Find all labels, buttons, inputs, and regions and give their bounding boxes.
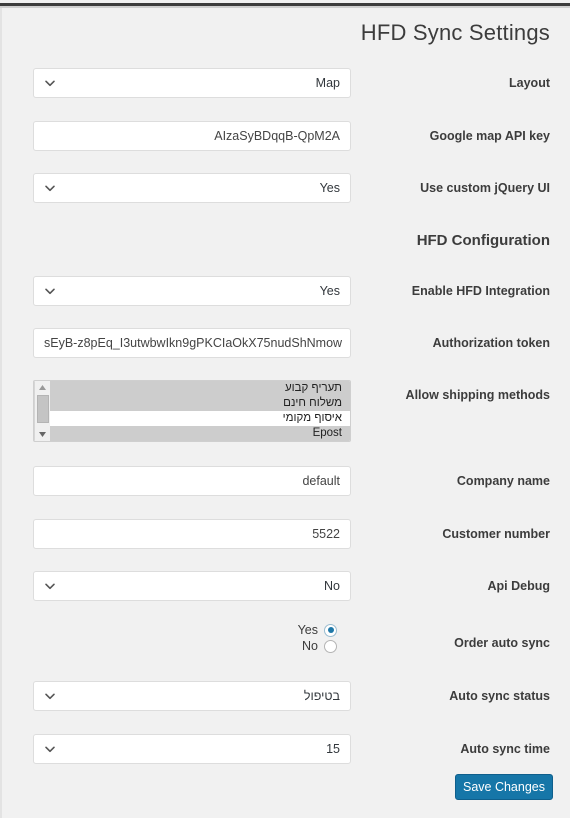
listbox-scrollbar[interactable] — [34, 381, 50, 441]
company-name-value: default — [302, 474, 340, 488]
list-item[interactable]: Epost — [50, 426, 350, 441]
company-name-input[interactable]: default — [33, 466, 351, 496]
google-map-api-key-value: AIzaSyBDqqB-QpM2A — [214, 129, 340, 143]
customer-number-value: 5522 — [312, 527, 340, 541]
shipping-methods-option-list[interactable]: תעריף קבוע משלוח חינם איסוף מקומי Epost — [50, 381, 350, 441]
label-enable-hfd-integration: Enable HFD Integration — [411, 284, 550, 298]
auto-sync-time-select[interactable]: 15 — [33, 734, 351, 764]
label-allow-shipping-methods: Allow shipping methods — [405, 388, 550, 402]
chevron-down-icon — [44, 580, 56, 592]
auto-sync-time-value: 15 — [326, 742, 340, 756]
order-auto-sync-radio-group[interactable]: Yes No — [2, 622, 352, 654]
use-custom-jquery-ui-select[interactable]: Yes — [33, 173, 351, 203]
scrollbar-thumb[interactable] — [37, 395, 49, 423]
label-customer-number: Customer number — [442, 527, 550, 541]
label-api-debug: Api Debug — [487, 579, 551, 593]
api-debug-select[interactable]: No — [33, 571, 351, 601]
radio-label-yes: Yes — [297, 623, 318, 637]
scroll-up-arrow-icon[interactable] — [35, 381, 50, 394]
layout-select-value: Map — [315, 76, 340, 90]
radio-label-no: No — [302, 639, 318, 653]
allow-shipping-methods-listbox[interactable]: תעריף קבוע משלוח חינם איסוף מקומי Epost — [33, 380, 351, 442]
page-title: HFD Sync Settings — [360, 20, 550, 45]
radio-option-no[interactable]: No — [2, 638, 352, 654]
label-use-custom-jquery-ui: Use custom jQuery UI — [420, 181, 550, 195]
authorization-token-input[interactable]: sEyB-z8pEq_I3utwbwIkn9gPKCIaOkX75nudShNm… — [33, 328, 351, 358]
chevron-down-icon — [44, 743, 56, 755]
api-debug-value: No — [324, 579, 340, 593]
label-company-name: Company name — [456, 474, 550, 488]
auto-sync-status-select[interactable]: בטיפול — [33, 681, 351, 711]
label-auto-sync-status: Auto sync status — [449, 689, 550, 703]
authorization-token-value: sEyB-z8pEq_I3utwbwIkn9gPKCIaOkX75nudShNm… — [44, 336, 343, 350]
list-item[interactable]: תעריף קבוע — [50, 381, 350, 396]
customer-number-input[interactable]: 5522 — [33, 519, 351, 549]
settings-page: HFD Sync Settings Layout Map Google map … — [0, 0, 570, 818]
auto-sync-status-value: בטיפול — [303, 689, 340, 703]
chevron-down-icon — [44, 690, 56, 702]
list-item[interactable]: איסוף מקומי — [50, 411, 350, 426]
label-authorization-token: Authorization token — [432, 336, 550, 350]
layout-select[interactable]: Map — [33, 68, 351, 98]
radio-option-yes[interactable]: Yes — [2, 622, 352, 638]
label-layout: Layout — [509, 76, 550, 90]
google-map-api-key-input[interactable]: AIzaSyBDqqB-QpM2A — [33, 121, 351, 151]
use-custom-jquery-ui-value: Yes — [319, 181, 340, 195]
radio-button-no[interactable] — [324, 639, 337, 653]
radio-button-yes[interactable] — [324, 623, 337, 637]
section-heading-hfd-configuration: HFD Configuration — [416, 232, 550, 249]
settings-content: HFD Sync Settings Layout Map Google map … — [2, 8, 570, 818]
list-item[interactable]: משלוח חינם — [50, 396, 350, 411]
label-order-auto-sync: Order auto sync — [454, 636, 550, 650]
label-google-map-api-key: Google map API key — [429, 129, 550, 143]
save-changes-button[interactable]: Save Changes — [455, 774, 553, 800]
label-auto-sync-time: Auto sync time — [460, 742, 550, 756]
enable-hfd-integration-select[interactable]: Yes — [33, 276, 351, 306]
enable-hfd-integration-value: Yes — [319, 284, 340, 298]
chevron-down-icon — [44, 77, 56, 89]
chevron-down-icon — [44, 285, 56, 297]
scroll-down-arrow-icon[interactable] — [35, 428, 50, 441]
chevron-down-icon — [44, 182, 56, 194]
